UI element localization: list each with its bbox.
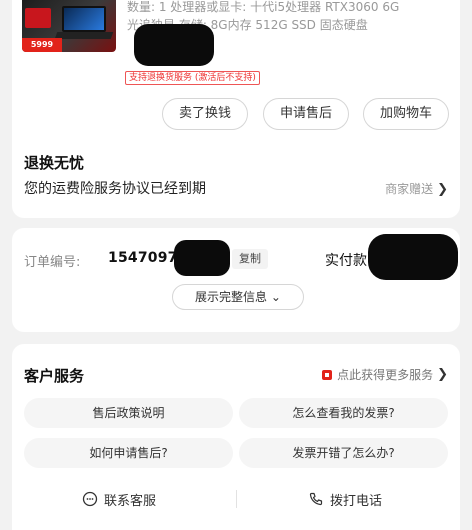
redacted-order-number — [174, 240, 230, 276]
gift-icon — [322, 369, 333, 380]
show-full-info-button[interactable]: 展示完整信息 ⌄ — [172, 284, 304, 310]
faq-aftersale-policy[interactable]: 售后政策说明 — [24, 398, 233, 428]
laptop-screen-graphic — [62, 6, 106, 32]
return-worry-free-title: 退换无忧 — [24, 154, 85, 172]
thumbnail-price-tag: 5999 — [22, 38, 62, 52]
chevron-right-icon: ❯ — [437, 182, 448, 197]
show-full-info-label: 展示完整信息 — [195, 290, 268, 304]
product-spec-line: 数量: 1 处理器或显卡: 十代i5处理器 RTX3060 6G — [127, 0, 400, 14]
call-phone-label: 拨打电话 — [330, 493, 383, 509]
support-badge: 支持退换货服务 (激活后不支持) — [125, 71, 260, 85]
faq-view-invoice[interactable]: 怎么查看我的发票? — [239, 398, 448, 428]
contact-service-label: 联系客服 — [104, 493, 157, 509]
sell-button[interactable]: 卖了换钱 — [162, 98, 248, 130]
copy-button[interactable]: 复制 — [232, 249, 268, 269]
chat-icon — [82, 491, 98, 507]
customer-service-card: 客户服务 点此获得更多服务 ❯ 售后政策说明 怎么查看我的发票? 如何申请售后?… — [12, 344, 460, 530]
add-to-cart-button[interactable]: 加购物车 — [363, 98, 449, 130]
redacted-paid-amount — [368, 234, 458, 280]
call-phone-button[interactable]: 拨打电话 — [308, 488, 382, 510]
faq-wrong-invoice[interactable]: 发票开错了怎么办? — [239, 438, 448, 468]
shipping-insurance-notice: 您的运费险服务协议已经到期 — [24, 181, 206, 197]
promo-badge-graphic — [25, 8, 51, 28]
more-services-link[interactable]: 点此获得更多服务 ❯ — [322, 366, 448, 383]
product-card: 5999 数量: 1 处理器或显卡: 十代i5处理器 RTX3060 6G 光追… — [12, 0, 460, 218]
chevron-right-icon: ❯ — [437, 367, 448, 382]
order-info-card: 订单编号: 154709752 复制 实付款 展示完整信息 ⌄ — [12, 228, 460, 332]
apply-aftersale-button[interactable]: 申请售后 — [263, 98, 349, 130]
redacted-price — [134, 24, 214, 66]
more-services-label: 点此获得更多服务 — [337, 368, 434, 382]
merchant-gift-label: 商家赠送 — [385, 182, 434, 196]
merchant-gift-link[interactable]: 商家赠送 ❯ — [385, 180, 448, 197]
order-number-label: 订单编号: — [24, 255, 81, 270]
paid-amount-label: 实付款 — [325, 253, 367, 269]
contact-divider — [236, 490, 237, 508]
product-thumbnail[interactable]: 5999 — [22, 0, 116, 52]
laptop-keyboard-graphic — [54, 32, 114, 39]
customer-service-title: 客户服务 — [24, 367, 85, 385]
contact-service-button[interactable]: 联系客服 — [82, 488, 156, 510]
chevron-down-icon: ⌄ — [270, 290, 281, 304]
phone-icon — [309, 492, 323, 506]
faq-apply-aftersale[interactable]: 如何申请售后? — [24, 438, 233, 468]
